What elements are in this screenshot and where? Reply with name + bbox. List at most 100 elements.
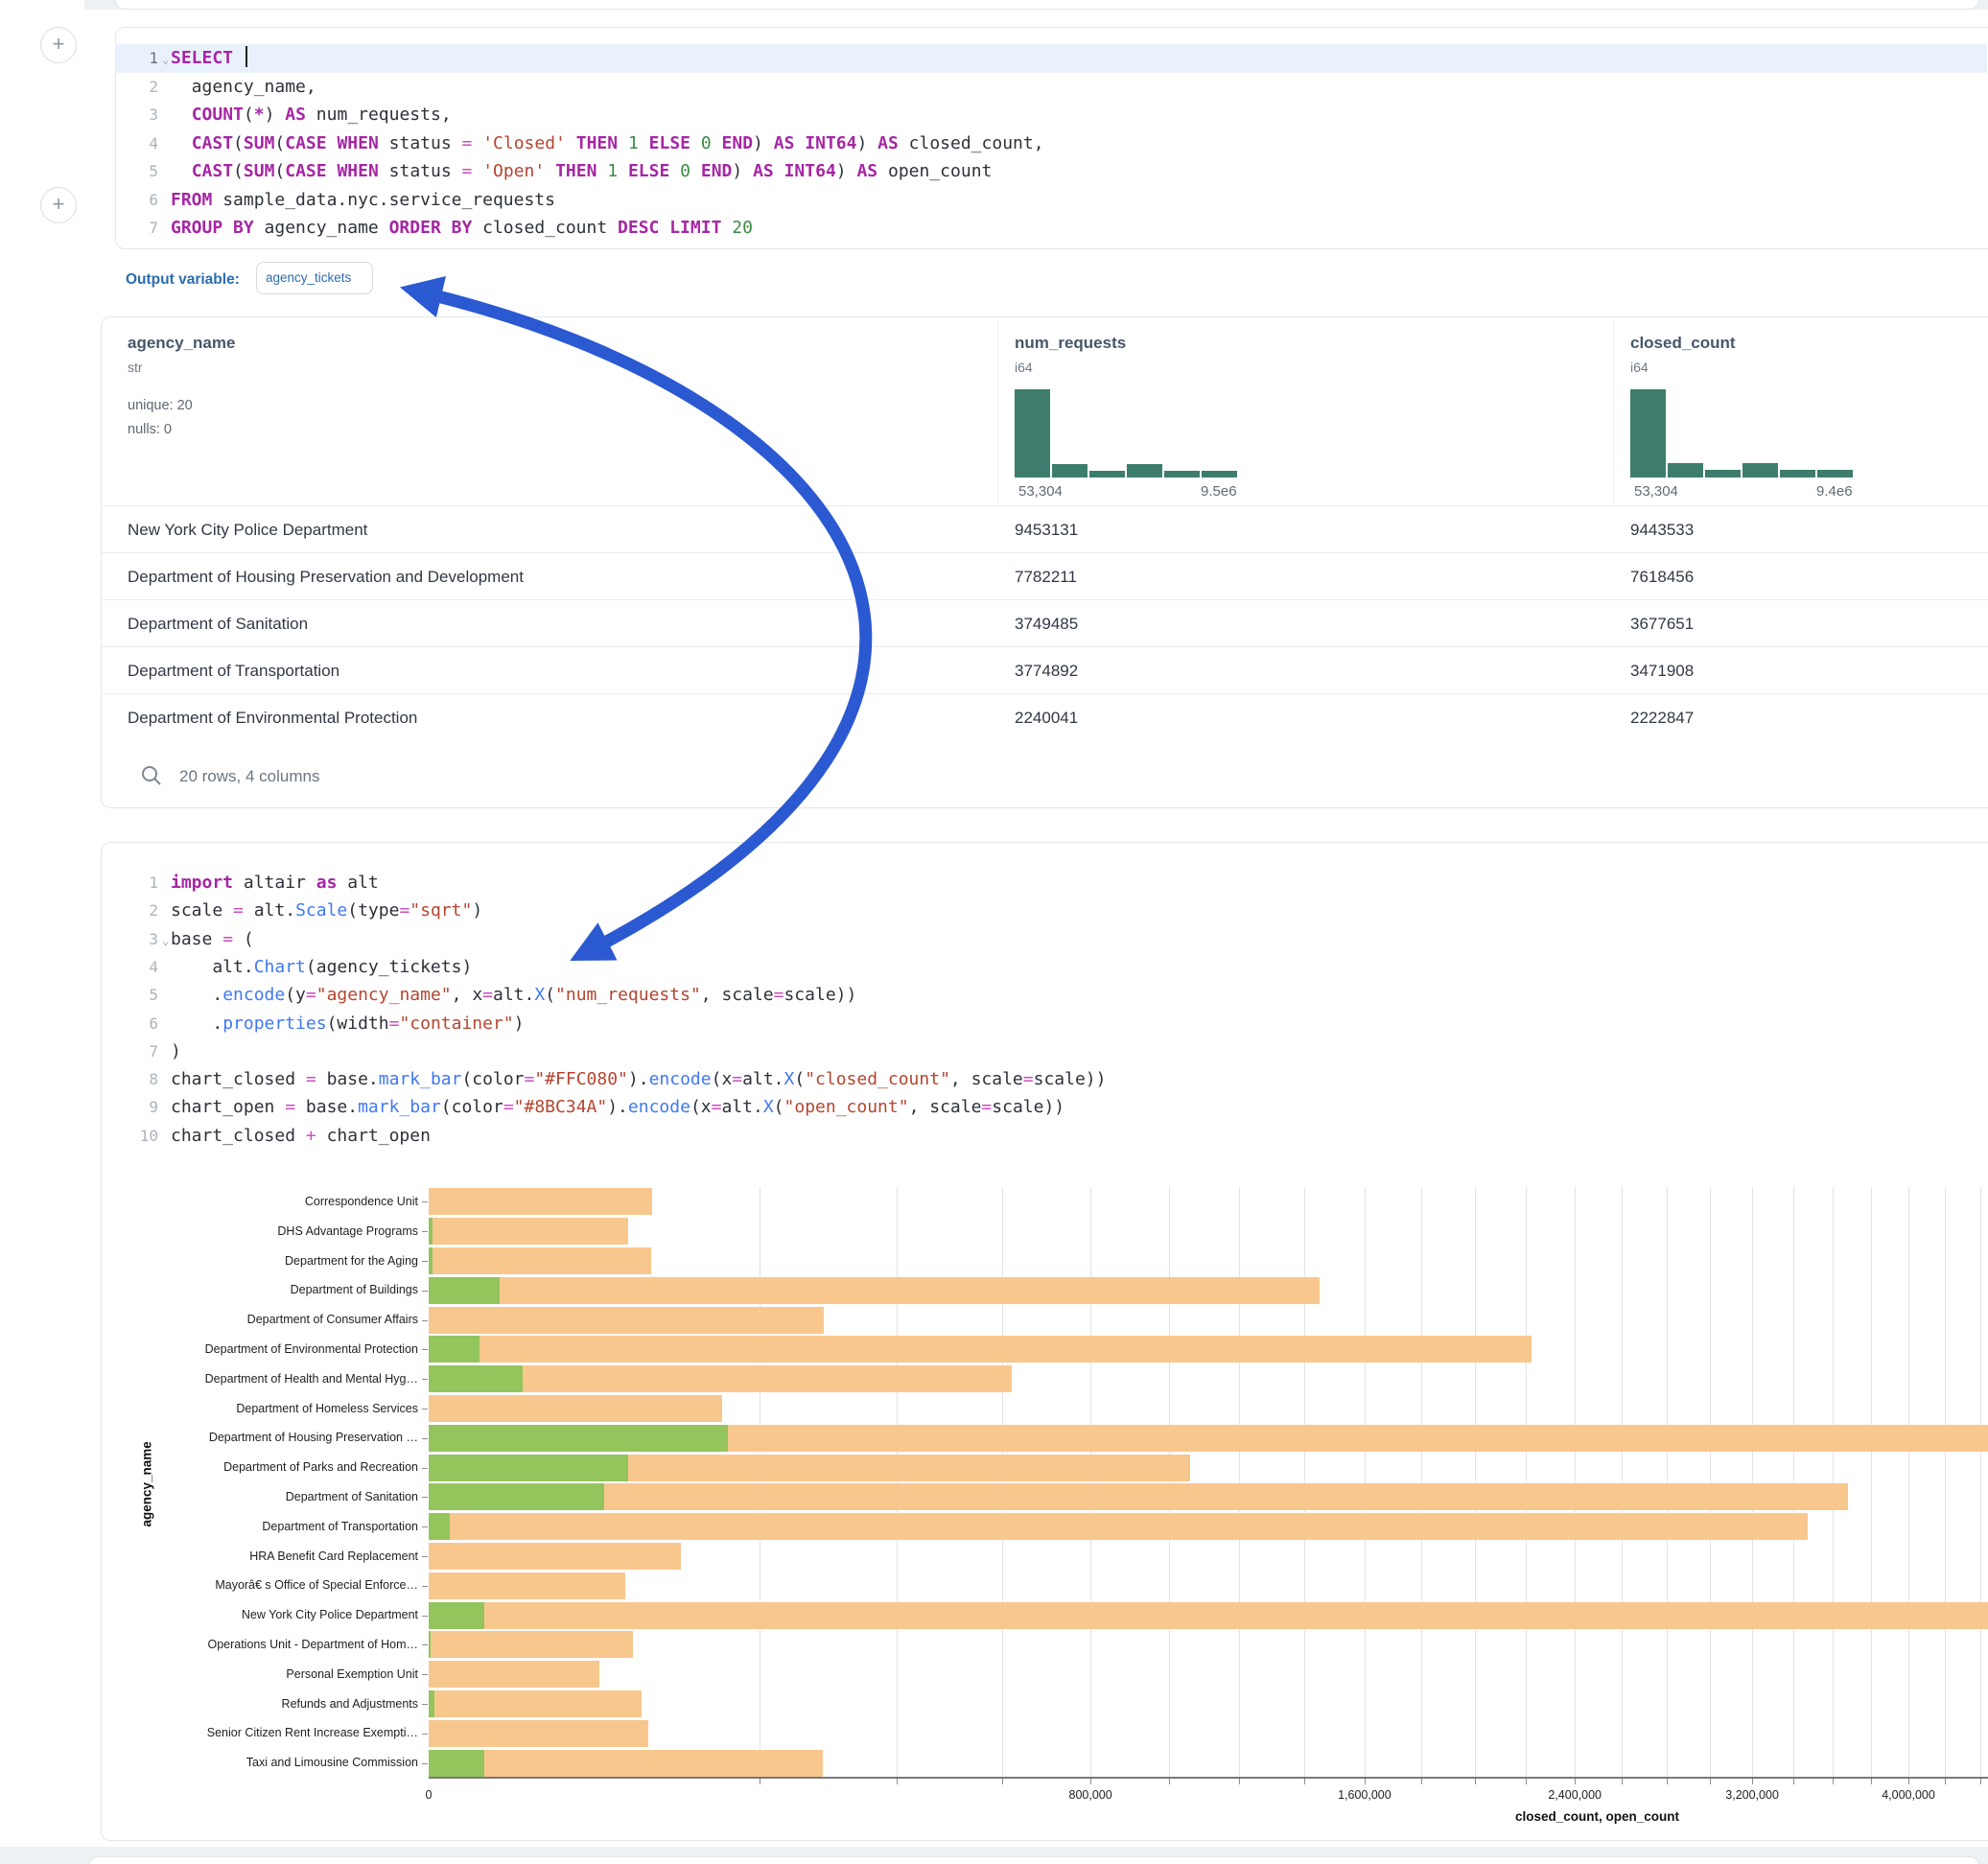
gridline [1980,1187,1981,1777]
fold-chevron-icon[interactable]: ⌄ [162,926,169,955]
column-header-closed-count[interactable]: closed_count [1630,334,1736,353]
next-cell-remnant [88,1856,1979,1864]
gridline [1793,1187,1794,1777]
line-number: 2 [116,73,158,102]
y-axis-tick [422,1763,428,1764]
y-axis-tick [422,1468,428,1469]
bar-closed [429,1573,625,1599]
histogram-bar [1164,471,1200,478]
code-text: chart_open = base.mark_bar(color="#8BC34… [171,1093,1064,1122]
gridline [1002,1187,1003,1777]
cell-agency-name: New York City Police Department [128,506,367,553]
table-row[interactable]: New York City Police Department945313194… [102,505,1988,553]
line-number: 6 [116,186,158,215]
gridline [1622,1187,1623,1777]
add-cell-button-output[interactable]: + [40,187,77,223]
code-line: 7GROUP BY agency_name ORDER BY closed_co… [116,214,1986,243]
code-line: 6FROM sample_data.nyc.service_requests [116,186,1986,215]
code-line: 10chart_closed + chart_open [116,1122,1986,1151]
add-cell-button-top[interactable]: + [40,27,77,63]
y-axis-label: Department of Environmental Protection [101,1342,418,1356]
python-code-editor[interactable]: 1import altair as alt2scale = alt.Scale(… [116,869,1986,1156]
bar-open [429,1247,433,1274]
y-axis-tick [422,1231,428,1232]
gridline [897,1187,898,1777]
code-text: .properties(width="container") [171,1010,525,1038]
x-axis-tick [1667,1779,1668,1784]
x-axis-tick-label: 800,000 [1069,1788,1112,1802]
x-axis-tick [1421,1779,1422,1784]
bar-closed [429,1395,722,1422]
bar-closed [429,1277,1320,1304]
table-row[interactable]: Department of Environmental Protection 22… [102,693,1988,741]
gridline [1667,1187,1668,1777]
y-axis-label: Department of Homeless Services [101,1402,418,1415]
y-axis-tick [422,1349,428,1350]
cell-agency-name: Department of Sanitation [128,600,308,647]
x-axis-tick [1090,1779,1091,1784]
y-axis-tick [422,1261,428,1262]
line-number: 7 [116,214,158,243]
column-stat-unique: unique: 20 [128,398,193,413]
x-axis-tick [1365,1779,1366,1784]
code-line: 7) [116,1037,1986,1066]
bar-closed [429,1307,824,1334]
y-axis-tick [422,1379,428,1380]
code-text: alt.Chart(agency_tickets) [171,953,472,982]
bar-closed [429,1188,652,1215]
histogram-bar [1742,463,1778,478]
x-axis-tick [1833,1779,1834,1784]
gridline [1239,1187,1240,1777]
y-axis-tick [422,1320,428,1321]
y-axis-tick [422,1409,428,1410]
code-line: 1import altair as alt [116,869,1986,897]
output-variable-label: Output variable: [126,271,240,289]
histogram-bar [1202,471,1237,478]
x-axis-tick-label: 4,000,000 [1882,1788,1935,1802]
cell-closed-count: 3471908 [1630,647,1694,694]
bar-closed [429,1631,633,1658]
bar-open [429,1750,484,1777]
bar-open [429,1483,604,1510]
previous-cell-remnant [115,0,1979,10]
y-axis-label: Department of Transportation [101,1520,418,1533]
gridline [1710,1187,1711,1777]
column-header-num-requests[interactable]: num_requests [1015,334,1126,353]
line-number: 1 [116,869,158,897]
table-row[interactable]: Department of Housing Preservation and D… [102,552,1988,600]
column-header-agency-name[interactable]: agency_name [128,334,235,353]
gridline [1575,1187,1576,1777]
y-axis-tick [422,1674,428,1675]
gridline [1526,1187,1527,1777]
column-dtype-closed-count: i64 [1630,360,1649,375]
code-line: 4 alt.Chart(agency_tickets) [116,953,1986,982]
line-number: 8 [116,1065,158,1094]
output-variable-pill[interactable]: agency_tickets [256,262,373,294]
y-axis-label: Operations Unit - Department of Hom… [101,1638,418,1651]
gridline [1833,1187,1834,1777]
x-axis-tick-label: 0 [426,1788,433,1802]
x-axis-tick [1980,1779,1981,1784]
cell-num-requests: 2240041 [1015,694,1078,741]
bar-open [429,1631,431,1658]
y-axis-label: New York City Police Department [101,1608,418,1621]
header-divider-1 [997,318,998,504]
table-row[interactable]: Department of Sanitation37494853677651 [102,599,1988,647]
cell-agency-name: Department of Environmental Protection [128,694,417,741]
fold-chevron-icon[interactable]: ⌄ [162,45,169,74]
code-line: 2 agency_name, [116,73,1986,102]
gridline [1752,1187,1753,1777]
y-axis-label: Refunds and Adjustments [101,1697,418,1711]
bar-open [429,1513,450,1540]
code-line: 4 CAST(SUM(CASE WHEN status = 'Closed' T… [116,129,1986,158]
bar-closed [429,1690,642,1717]
bar-closed [429,1661,599,1688]
x-axis-tick [1793,1779,1794,1784]
x-axis-tick [1169,1779,1170,1784]
sql-code-editor[interactable]: 1⌄SELECT 2 agency_name,3 COUNT(*) AS num… [116,44,1986,245]
x-axis-line [429,1777,1988,1779]
x-axis-title: closed_count, open_count [1515,1809,1679,1824]
table-row[interactable]: Department of Transportation377489234719… [102,646,1988,694]
search-icon[interactable] [140,764,163,787]
code-line: 5 .encode(y="agency_name", x=alt.X("num_… [116,981,1986,1010]
